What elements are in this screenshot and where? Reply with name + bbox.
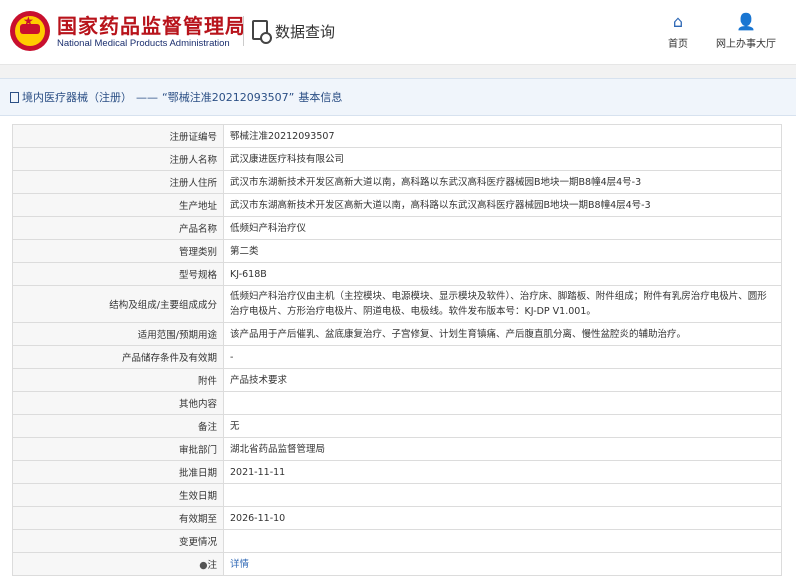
user-icon: 👤	[736, 12, 756, 31]
row-value: 该产品用于产后催乳、盆底康复治疗、子宫修复、计划生育镇痛、产后腹直肌分离、慢性盆…	[223, 322, 782, 346]
row-value: 武汉市东湖高新技术开发区高新大道以南，高科路以东武汉高科医疗器械园B地块一期B8…	[223, 193, 782, 217]
nav-home-label: 首页	[668, 39, 688, 50]
row-value: 低频妇产科治疗仪	[223, 216, 782, 240]
row-value: 产品技术要求	[223, 368, 782, 392]
document-icon	[10, 91, 19, 103]
table-row: 生产地址 武汉市东湖高新技术开发区高新大道以南，高科路以东武汉高科医疗器械园B地块…	[12, 193, 782, 217]
row-label: 型号规格	[12, 262, 224, 286]
table-row: 审批部门 湖北省药品监督管理局	[12, 437, 782, 461]
table-row: ●注 详情	[12, 552, 782, 576]
table-row: 结构及组成/主要组成成分 低频妇产科治疗仪由主机（主控模块、电源模块、显示模块及软…	[12, 285, 782, 323]
table-row: 生效日期	[12, 483, 782, 507]
row-label: 变更情况	[12, 529, 224, 553]
nav-online-hall[interactable]: 👤 网上办事大厅	[706, 12, 786, 51]
row-label: 有效期至	[12, 506, 224, 530]
site-header: 国家药品监督管理局 National Medical Products Admi…	[0, 0, 796, 65]
breadcrumb-category[interactable]: 境内医疗器械（注册）	[22, 89, 132, 105]
table-row: 型号规格 KJ-618B	[12, 262, 782, 286]
row-label: 生效日期	[12, 483, 224, 507]
row-label: 管理类别	[12, 239, 224, 263]
detail-table-container: 注册证编号 鄂械注准20212093507 注册人名称 武汉康进医疗科技有限公司 注册人…	[0, 116, 796, 576]
row-label: 审批部门	[12, 437, 224, 461]
row-value: 鄂械注准20212093507	[223, 124, 782, 148]
breadcrumb-record: “鄂械注准20212093507”	[162, 91, 295, 104]
query-title: 数据查询	[275, 23, 336, 41]
row-value: 武汉市东湖新技术开发区高新大道以南，高科路以东武汉高科医疗器械园B地块一期B8幢…	[223, 170, 782, 194]
row-label: 适用范围/预期用途	[12, 322, 224, 346]
row-value: 2021-11-11	[223, 460, 782, 484]
table-row: 产品名称 低频妇产科治疗仪	[12, 216, 782, 240]
row-value: 湖北省药品监督管理局	[223, 437, 782, 461]
row-label: 注册人名称	[12, 147, 224, 171]
row-label: 备注	[12, 414, 224, 438]
table-row: 适用范围/预期用途 该产品用于产后催乳、盆底康复治疗、子宫修复、计划生育镇痛、产后…	[12, 322, 782, 346]
row-value	[223, 483, 782, 507]
table-row: 注册人名称 武汉康进医疗科技有限公司	[12, 147, 782, 171]
details-link[interactable]: 详情	[230, 559, 249, 570]
table-row: 管理类别 第二类	[12, 239, 782, 263]
breadcrumb: 境内医疗器械（注册） —— “鄂械注准20212093507” 基本信息	[0, 78, 796, 116]
site-title: 国家药品监督管理局	[57, 14, 246, 38]
row-label: 附件	[12, 368, 224, 392]
note-label: 注	[207, 560, 217, 571]
table-row: 产品储存条件及有效期 -	[12, 345, 782, 369]
row-value: 低频妇产科治疗仪由主机（主控模块、电源模块、显示模块及软件）、治疗床、脚踏板、附…	[223, 285, 782, 323]
emblem-logo	[10, 11, 50, 51]
document-search-icon	[252, 20, 272, 44]
header-gap	[0, 65, 796, 78]
nav-online-hall-label: 网上办事大厅	[716, 39, 776, 50]
header-divider	[243, 16, 244, 46]
site-subtitle: National Medical Products Administration	[57, 38, 230, 49]
row-label: 批准日期	[12, 460, 224, 484]
table-row: 注册人住所 武汉市东湖新技术开发区高新大道以南，高科路以东武汉高科医疗器械园B地块…	[12, 170, 782, 194]
table-row: 其他内容	[12, 391, 782, 415]
breadcrumb-suffix: 基本信息	[298, 91, 343, 104]
table-row: 备注无	[12, 414, 782, 438]
row-value: 第二类	[223, 239, 782, 263]
row-value: 武汉康进医疗科技有限公司	[223, 147, 782, 171]
row-label: 产品名称	[12, 216, 224, 240]
breadcrumb-separator: ——	[136, 90, 158, 104]
row-value: 无	[223, 414, 782, 438]
table-row: 变更情况	[12, 529, 782, 553]
row-label: 其他内容	[12, 391, 224, 415]
row-label: 注册人住所	[12, 170, 224, 194]
row-value	[223, 529, 782, 553]
row-label: 生产地址	[12, 193, 224, 217]
row-label: 注册证编号	[12, 124, 224, 148]
row-value: KJ-618B	[223, 262, 782, 286]
row-label: 结构及组成/主要组成成分	[12, 285, 224, 323]
row-value: 2026-11-10	[223, 506, 782, 530]
table-row: 附件 产品技术要求	[12, 368, 782, 392]
table-row: 批准日期 2021-11-11	[12, 460, 782, 484]
note-value-cell: 详情	[223, 552, 782, 576]
row-value: -	[223, 345, 782, 369]
row-value	[223, 391, 782, 415]
table-row: 注册证编号 鄂械注准20212093507	[12, 124, 782, 148]
detail-table: 注册证编号 鄂械注准20212093507 注册人名称 武汉康进医疗科技有限公司 注册人…	[12, 124, 782, 576]
table-row: 有效期至 2026-11-10	[12, 506, 782, 530]
note-label-cell: ●注	[12, 552, 224, 576]
row-label: 产品储存条件及有效期	[12, 345, 224, 369]
